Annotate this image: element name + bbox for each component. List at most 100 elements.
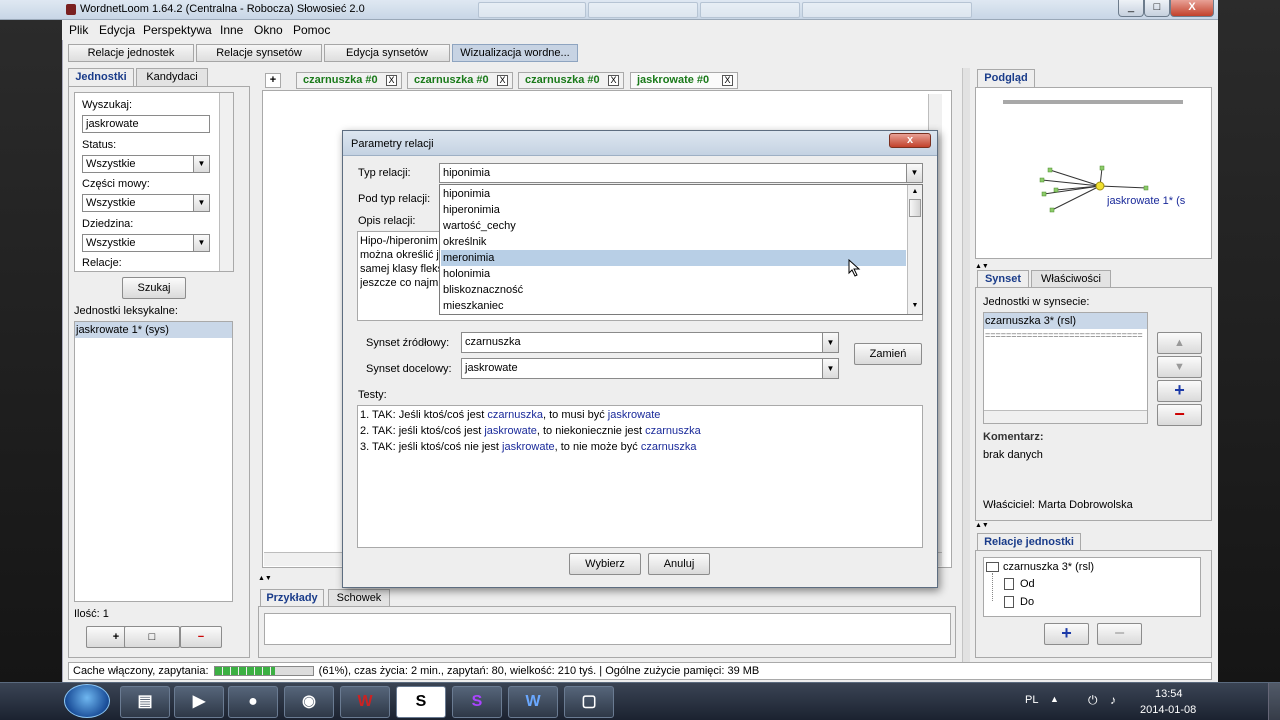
start-button[interactable] xyxy=(64,684,110,718)
list-item[interactable]: jaskrowate 1* (sys) xyxy=(75,322,232,338)
scroll-up-icon[interactable]: ▲ xyxy=(909,186,921,198)
split-divider-icon[interactable]: ▲▼ xyxy=(258,575,280,582)
window-icon[interactable]: ▢ xyxy=(564,686,614,718)
scroll-down-icon[interactable]: ▼ xyxy=(909,300,921,312)
tab-add-button[interactable]: + xyxy=(265,73,281,88)
remove-from-synset-button[interactable]: − xyxy=(1157,404,1202,426)
tab-podglad[interactable]: Podgląd xyxy=(977,69,1035,87)
tab-jaskrowate[interactable]: jaskrowate #0 X xyxy=(630,72,738,89)
synset-units-hscroll[interactable] xyxy=(984,410,1147,423)
dropdown-option[interactable]: określnik xyxy=(441,234,906,250)
menu-edycja[interactable]: Edycja xyxy=(99,23,135,37)
tab-schowek[interactable]: Schowek xyxy=(328,589,390,607)
tab-kandydaci[interactable]: Kandydaci xyxy=(136,68,208,86)
menu-perspektywa[interactable]: Perspektywa xyxy=(143,23,212,37)
menu-plik[interactable]: Plik xyxy=(69,23,88,37)
explorer-icon[interactable]: ▤ xyxy=(120,686,170,718)
dropdown-option[interactable]: holonimia xyxy=(441,266,906,282)
swap-button[interactable]: Zamień xyxy=(854,343,922,365)
examples-area[interactable] xyxy=(264,613,951,645)
dropdown-option-selected[interactable]: meronimia xyxy=(441,250,906,266)
chevron-down-icon[interactable]: ▼ xyxy=(906,164,922,182)
tray-expand-icon[interactable]: ▲ xyxy=(1050,694,1059,704)
dropdown-option[interactable]: mieszkaniec xyxy=(441,298,906,314)
close-tab-icon[interactable]: X xyxy=(497,75,508,86)
tray-power-icon[interactable]: ⏻ xyxy=(1088,693,1098,708)
add-to-synset-button[interactable]: + xyxy=(1157,380,1202,402)
remove-relation-button[interactable]: − xyxy=(1097,623,1142,645)
menu-inne[interactable]: Inne xyxy=(220,23,243,37)
tab-relacje-synsetow[interactable]: Relacje synsetów xyxy=(196,44,322,62)
tab-edycja-synsetow[interactable]: Edycja synsetów xyxy=(324,44,450,62)
tree-child-od[interactable]: Od xyxy=(1020,578,1035,590)
close-window-button[interactable]: X xyxy=(1170,0,1214,17)
tab-relacje-jednostek[interactable]: Relacje jednostek xyxy=(68,44,194,62)
clock-date[interactable]: 2014-01-08 xyxy=(1140,704,1196,716)
show-desktop-button[interactable] xyxy=(1268,683,1280,720)
list-item[interactable]: czarnuszka 3* (rsl) xyxy=(984,313,1147,329)
firefox-icon[interactable]: ● xyxy=(228,686,278,718)
dropdown-option[interactable]: hiperonimia xyxy=(441,202,906,218)
tab-czarnuszka-3[interactable]: czarnuszka #0 X xyxy=(518,72,624,89)
wordnetloom-icon[interactable]: W xyxy=(340,686,390,718)
chevron-down-icon[interactable]: ▼ xyxy=(822,359,838,378)
status-select[interactable]: Wszystkie ▼ xyxy=(82,155,210,173)
dropdown-option[interactable]: hiponimia xyxy=(441,186,906,202)
chevron-down-icon[interactable]: ▼ xyxy=(193,235,209,251)
word-icon[interactable]: W xyxy=(508,686,558,718)
app-s2-icon[interactable]: S xyxy=(452,686,502,718)
split-divider-icon[interactable]: ▲▼ xyxy=(975,263,989,270)
scroll-thumb[interactable] xyxy=(909,199,921,217)
target-synset-select[interactable]: jaskrowate ▼ xyxy=(461,358,839,379)
dropdown-option[interactable]: bliskoznaczność xyxy=(441,282,906,298)
unit-square-button[interactable]: □ xyxy=(124,626,180,648)
clock-time[interactable]: 13:54 xyxy=(1155,688,1183,700)
dialog-titlebar[interactable]: Parametry relacji x xyxy=(343,131,937,156)
chrome-icon[interactable]: ◉ xyxy=(284,686,334,718)
close-tab-icon[interactable]: X xyxy=(386,75,397,86)
search-input[interactable]: jaskrowate xyxy=(82,115,210,133)
close-tab-icon[interactable]: X xyxy=(722,75,733,86)
add-relation-button[interactable]: + xyxy=(1044,623,1089,645)
move-up-button[interactable]: ▲ xyxy=(1157,332,1202,354)
tab-czarnuszka-1[interactable]: czarnuszka #0 X xyxy=(296,72,402,89)
relation-type-select[interactable]: hiponimia ▼ xyxy=(439,163,923,183)
split-divider-icon[interactable] xyxy=(962,68,970,668)
tab-jednostki[interactable]: Jednostki xyxy=(68,68,134,86)
media-player-icon[interactable]: ▶ xyxy=(174,686,224,718)
maximize-button[interactable]: □ xyxy=(1144,0,1170,17)
minimize-button[interactable]: _ xyxy=(1118,0,1144,17)
desktop-background-left xyxy=(0,20,62,682)
dialog-close-button[interactable]: x xyxy=(889,133,931,148)
select-button[interactable]: Wybierz xyxy=(569,553,641,575)
window-titlebar[interactable]: WordnetLoom 1.64.2 (Centralna - Robocza)… xyxy=(0,0,1218,20)
tree-child-do[interactable]: Do xyxy=(1020,596,1034,608)
cancel-button[interactable]: Anuluj xyxy=(648,553,710,575)
chevron-down-icon[interactable]: ▼ xyxy=(193,195,209,211)
app-s-icon[interactable]: S xyxy=(396,686,446,718)
tab-czarnuszka-2[interactable]: czarnuszka #0 X xyxy=(407,72,513,89)
tab-przyklady[interactable]: Przykłady xyxy=(260,589,324,607)
tray-volume-icon[interactable]: ♪ xyxy=(1110,693,1116,707)
tab-synset[interactable]: Synset xyxy=(977,270,1029,288)
tab-wlasciwosci[interactable]: Właściwości xyxy=(1031,270,1111,288)
close-tab-icon[interactable]: X xyxy=(608,75,619,86)
menu-okno[interactable]: Okno xyxy=(254,23,283,37)
language-indicator[interactable]: PL xyxy=(1025,694,1038,706)
move-down-button[interactable]: ▼ xyxy=(1157,356,1202,378)
chevron-down-icon[interactable]: ▼ xyxy=(193,156,209,172)
source-synset-select[interactable]: czarnuszka ▼ xyxy=(461,332,839,353)
search-button[interactable]: Szukaj xyxy=(122,277,186,299)
pos-select[interactable]: Wszystkie ▼ xyxy=(82,194,210,212)
menu-pomoc[interactable]: Pomoc xyxy=(293,23,330,37)
chevron-down-icon[interactable]: ▼ xyxy=(822,333,838,352)
tree-root[interactable]: czarnuszka 3* (rsl) xyxy=(1003,561,1094,573)
dropdown-scrollbar[interactable]: ▲ ▼ xyxy=(907,185,922,314)
tab-wizualizacja[interactable]: Wizualizacja wordne... xyxy=(452,44,578,62)
domain-select[interactable]: Wszystkie ▼ xyxy=(82,234,210,252)
remove-unit-button[interactable]: − xyxy=(180,626,222,648)
dropdown-option[interactable]: wartość_cechy xyxy=(441,218,906,234)
tab-relacje-jednostki[interactable]: Relacje jednostki xyxy=(977,533,1081,551)
split-divider-icon[interactable]: ▲▼ xyxy=(975,522,989,529)
search-form-scrollbar[interactable] xyxy=(219,93,233,271)
